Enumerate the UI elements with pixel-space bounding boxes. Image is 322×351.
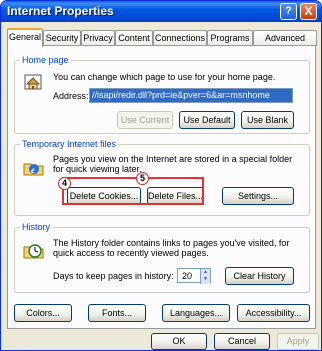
temp-files-group-label: Temporary Internet files [20,139,119,149]
step-badge-4: 4 [58,177,71,190]
tab-general[interactable]: General [7,28,43,47]
close-button[interactable]: X [300,3,317,20]
home-page-group-label: Home page [20,55,71,65]
window-title: Internet Properties [7,4,114,18]
ok-button[interactable]: OK [151,333,207,350]
colors-button[interactable]: Colors... [14,304,72,322]
general-tab-panel: Home page You can change which page to u… [7,45,316,329]
tab-advanced[interactable]: Advanced [253,30,317,46]
use-default-button[interactable]: Use Default [179,111,235,129]
address-label: Address: [53,91,89,101]
step-badge-5: 5 [136,172,149,185]
temp-files-description-line1: Pages you view on the Internet are store… [53,154,293,164]
help-button[interactable]: ? [280,3,297,20]
temp-files-description-line2: for quick viewing later. [53,164,142,174]
title-bar[interactable]: Internet Properties ? X [1,1,321,22]
highlight-rectangle [62,177,204,205]
stepper-arrows-icon[interactable]: ▲ ▼ [200,269,210,284]
use-current-button[interactable]: Use Current [117,111,173,129]
languages-button[interactable]: Languages... [162,304,230,322]
internet-properties-window: Internet Properties ? X General Security… [0,0,322,351]
clear-history-button[interactable]: Clear History [225,267,294,285]
temporary-files-icon: e [23,163,44,176]
home-page-group: Home page You can change which page to u… [14,55,310,134]
accessibility-button[interactable]: Accessibility... [237,304,310,322]
tab-content[interactable]: Content [115,30,153,46]
home-page-icon [24,74,42,90]
svg-text:e: e [31,165,35,175]
tab-connections[interactable]: Connections [153,30,207,46]
tab-security[interactable]: Security [43,30,81,46]
days-to-keep-stepper[interactable]: 20 ▲ ▼ [177,268,211,284]
history-group: History The History folder contains link… [14,222,310,293]
history-group-label: History [20,222,53,232]
settings-button[interactable]: Settings... [222,187,294,205]
apply-button[interactable]: Apply [277,333,319,350]
cancel-button[interactable]: Cancel [214,333,270,350]
use-blank-button[interactable]: Use Blank [241,111,294,129]
days-to-keep-label: Days to keep pages in history: [53,271,174,281]
days-to-keep-value: 20 [182,271,193,281]
history-description-line2: quick access to recently viewed pages. [53,248,209,258]
tab-programs[interactable]: Programs [207,30,253,46]
history-description-line1: The History folder contains links to pag… [53,238,290,248]
tab-privacy[interactable]: Privacy [81,30,115,46]
fonts-button[interactable]: Fonts... [88,304,146,322]
history-icon [23,244,44,259]
home-page-address-input[interactable]: //isapi/redir.dll?prd=ie&pver=6&ar=msnho… [89,88,293,103]
home-page-description: You can change which page to use for you… [53,72,276,82]
